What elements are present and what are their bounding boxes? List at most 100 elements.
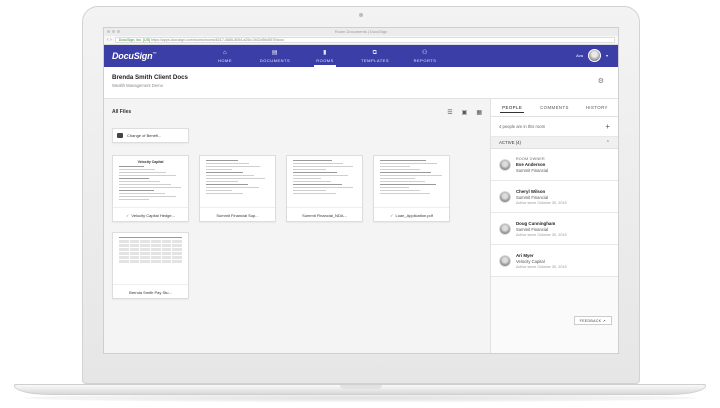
document-name: Velocity Capital Hedge... [131, 212, 175, 218]
people-count-text: 4 people are in this room [499, 124, 546, 129]
camera [359, 13, 363, 17]
person-name: Cheryl Wilson [516, 188, 546, 194]
document-thumbnail [287, 156, 362, 208]
url-bar: ‹ › DocuSign, Inc. [US] https://apps.doc… [104, 36, 618, 45]
user-menu[interactable]: Ava ▾ [576, 49, 608, 62]
folder-item[interactable]: Change of Benefi... [112, 128, 189, 143]
nav-item-label: REPORTS [413, 57, 437, 63]
url-text: https://apps.docusign.com/rooms/rooms/63… [151, 38, 284, 42]
add-person-icon[interactable]: + [605, 122, 610, 131]
person-name: Doug Cunningham [516, 220, 556, 226]
panel-tabs: PEOPLE COMMENTS HISTORY [491, 99, 618, 117]
people-list: ROOM OWNER Eve Anderson Summit Financial Ch… [491, 149, 618, 277]
person-name: Eve Anderson [516, 161, 546, 167]
document-label: Brenda Smith Pay Stu... [113, 285, 188, 299]
nav-item-label: TEMPLATES [361, 57, 389, 63]
nav-item-reports[interactable]: ⚇ REPORTS [400, 45, 450, 67]
screen: Room Documents | DocuSign ‹ › DocuSign, … [103, 27, 619, 354]
laptop-base [14, 384, 706, 395]
list-item[interactable]: ROOM OWNER Eve Anderson Summit Financial [491, 149, 618, 181]
room-content: All Files ☰ ▣ ▦ Change of Benefi... Velo… [104, 99, 618, 353]
person-org: Summit Financial [516, 167, 549, 173]
list-item[interactable]: Cheryl Wilson Summit Financial Active sinc… [491, 181, 618, 213]
nav-item-label: HOME [218, 57, 232, 63]
person-info: Cheryl Wilson Summit Financial Active sinc… [516, 189, 567, 205]
person-active-since: Active since October 30, 2015 [516, 264, 567, 269]
person-org: Velocity Capital [516, 258, 545, 264]
files-header: All Files ☰ ▣ ▦ [112, 107, 482, 117]
list-item[interactable]: Ari Myer Velocity Capital Active since Oct… [491, 245, 618, 277]
avatar [499, 254, 511, 267]
nav-item-label: DOCUMENTS [259, 57, 291, 63]
docusign-logo[interactable]: DocuSign™ [112, 51, 156, 61]
user-label: Ava [576, 53, 583, 58]
avatar [499, 158, 511, 171]
tab-people[interactable]: PEOPLE [491, 99, 533, 116]
person-info: ROOM OWNER Eve Anderson Summit Financial [516, 157, 548, 173]
document-card[interactable]: Velocity Capital ✓ Velocity Capital Hedge.… [112, 155, 189, 222]
laptop-notch [340, 385, 382, 389]
document-name: Summit Financial Sup... [216, 212, 259, 218]
person-active-since: Active since October 30, 2015 [516, 232, 567, 237]
active-section-header[interactable]: ACTIVE (4) ⌃ [491, 137, 618, 149]
files-section: All Files ☰ ▣ ▦ Change of Benefi... Velo… [104, 99, 490, 353]
documents-icon: ▤ [271, 49, 279, 56]
templates-icon: ⧉ [372, 49, 378, 56]
document-label: Summit Financial Sup... [200, 208, 275, 222]
active-label: ACTIVE (4) [499, 140, 521, 145]
avatar[interactable] [587, 49, 601, 62]
person-info: Doug Cunningham Summit Financial Active si… [516, 221, 567, 237]
document-name: Summit Financial_NDA... [302, 212, 347, 218]
add-file-icon[interactable]: ▣ [462, 109, 468, 116]
person-name: Ari Myer [516, 252, 534, 258]
main-nav: ⌂ HOME ▤ DOCUMENTS ▮ ROOMS ⧉ TEMPLATES ⚇ REPORTS [200, 45, 450, 67]
tab-history[interactable]: HISTORY [576, 99, 618, 116]
back-forward-icon[interactable]: ‹ › [107, 37, 112, 43]
list-item[interactable]: Doug Cunningham Summit Financial Active si… [491, 213, 618, 245]
document-thumbnail: Velocity Capital [113, 156, 188, 208]
home-icon: ⌂ [222, 49, 228, 56]
reports-icon: ⚇ [422, 49, 428, 56]
avatar [499, 222, 511, 235]
person-info: Ari Myer Velocity Capital Active since Oct… [516, 253, 567, 269]
address-field[interactable]: DocuSign, Inc. [US] https://apps.docusig… [114, 37, 615, 43]
document-thumbnail [374, 156, 449, 208]
gear-icon[interactable]: ⚙ [598, 77, 604, 85]
document-thumbnail [200, 156, 275, 208]
chevron-up-icon[interactable]: ⌃ [606, 140, 610, 146]
laptop-shadow [24, 394, 696, 402]
document-label: ✓ Loan_Application.pdf [374, 208, 449, 222]
person-role: ROOM OWNER [516, 156, 545, 161]
check-icon: ✓ [126, 212, 130, 218]
nav-item-documents[interactable]: ▤ DOCUMENTS [250, 45, 300, 67]
person-active-since: Active since October 30, 2015 [516, 200, 567, 205]
tab-comments[interactable]: COMMENTS [533, 99, 575, 116]
feedback-button[interactable]: FEEDBACK ↗ [573, 316, 612, 325]
nav-item-templates[interactable]: ⧉ TEMPLATES [350, 45, 400, 67]
document-name: Loan_Application.pdf [395, 212, 433, 218]
people-count-row: 4 people are in this room + [491, 117, 618, 137]
document-card[interactable]: Summit Financial_NDA... [286, 155, 363, 222]
window-title: Room Documents | DocuSign [334, 29, 388, 34]
page-title: Brenda Smith Client Docs [112, 74, 188, 81]
nav-item-rooms[interactable]: ▮ ROOMS [300, 45, 350, 67]
document-name: Brenda Smith Pay Stu... [129, 289, 172, 295]
files-heading: All Files [112, 109, 132, 115]
room-header: Brenda Smith Client Docs Wealth Manageme… [104, 67, 618, 99]
document-card[interactable]: Summit Financial Sup... [199, 155, 276, 222]
browser-titlebar: Room Documents | DocuSign [104, 28, 618, 36]
people-panel: PEOPLE COMMENTS HISTORY 4 people are in th… [490, 99, 618, 353]
window-controls[interactable] [107, 30, 120, 33]
check-icon: ✓ [390, 212, 394, 218]
document-card[interactable]: Brenda Smith Pay Stu... [112, 232, 189, 299]
add-folder-icon[interactable]: ▦ [476, 109, 482, 116]
document-label: ✓ Velocity Capital Hedge... [113, 208, 188, 222]
document-card[interactable]: ✓ Loan_Application.pdf [373, 155, 450, 222]
person-org: Summit Financial [516, 226, 549, 232]
folder-label: Change of Benefi... [127, 133, 162, 138]
person-org: Summit Financial [516, 194, 549, 200]
caret-down-icon[interactable]: ▾ [606, 53, 608, 58]
list-view-icon[interactable]: ☰ [447, 109, 452, 116]
nav-item-home[interactable]: ⌂ HOME [200, 45, 250, 67]
files-actions: ☰ ▣ ▦ [447, 109, 482, 116]
